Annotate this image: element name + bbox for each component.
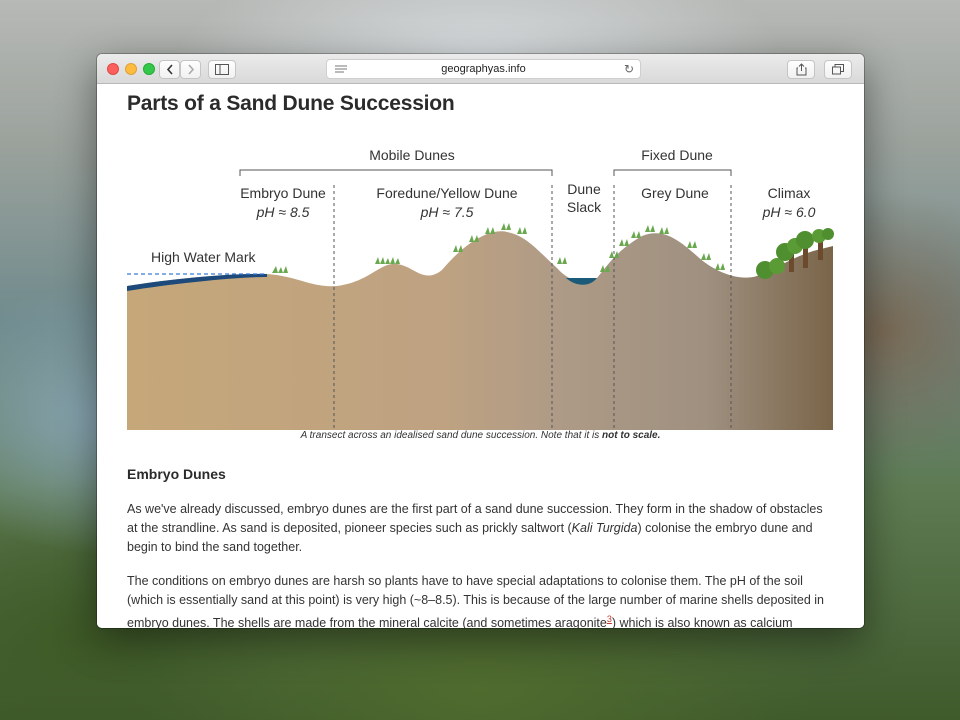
url-text: geographyas.info (441, 63, 526, 75)
page-title: Parts of a Sand Dune Succession (127, 92, 455, 115)
paragraph-2-text-b: ) which is also known as calcium (611, 616, 793, 628)
mobile-dunes-bracket (239, 169, 553, 176)
chevron-right-icon (187, 64, 194, 75)
grey-dune-label: Grey Dune (641, 185, 709, 201)
paragraph-2: The conditions on embryo dunes are harsh… (127, 572, 827, 628)
fixed-dune-label: Fixed Dune (641, 147, 713, 163)
climax-label: Climax (768, 185, 811, 201)
diagram-caption: A transect across an idealised sand dune… (97, 430, 864, 441)
share-button[interactable] (787, 60, 815, 79)
tabs-icon (832, 64, 844, 75)
embryo-dune-label: Embryo Dune (240, 185, 326, 201)
reader-view-icon[interactable] (335, 65, 347, 74)
forward-button[interactable] (180, 60, 201, 79)
sand-dune-diagram: Mobile Dunes Fixed Dune Embryo Dune pH ≈… (127, 147, 834, 430)
paragraph-1: As we've already discussed, embryo dunes… (127, 500, 827, 557)
page-content: Parts of a Sand Dune Succession Mobile D… (97, 84, 864, 628)
fixed-dune-bracket (613, 169, 732, 176)
chevron-left-icon (166, 64, 173, 75)
sidebar-icon (215, 64, 229, 75)
mobile-dunes-label: Mobile Dunes (369, 147, 455, 163)
back-button[interactable] (159, 60, 180, 79)
dune-slack-label-line1: Dune (567, 181, 601, 197)
caption-text: A transect across an idealised sand dune… (300, 430, 603, 441)
browser-toolbar: geographyas.info ↻ (97, 54, 864, 84)
foredune-label: Foredune/Yellow Dune (376, 185, 517, 201)
climax-ph-label: pH ≈ 6.0 (762, 204, 816, 220)
caption-emphasis: not to scale. (602, 430, 661, 441)
share-icon (796, 63, 806, 76)
reload-icon[interactable]: ↻ (624, 62, 634, 76)
close-window-button[interactable] (107, 63, 119, 75)
browser-window: geographyas.info ↻ Parts of a Sand Dune … (97, 54, 864, 628)
dune-slack-label-line2: Slack (567, 199, 602, 215)
foredune-ph-label: pH ≈ 7.5 (420, 204, 474, 220)
embryo-ph-label: pH ≈ 8.5 (256, 204, 310, 220)
species-name: Kali Turgida (571, 521, 638, 535)
section-heading: Embryo Dunes (127, 466, 226, 482)
zoom-window-button[interactable] (143, 63, 155, 75)
tabs-overview-button[interactable] (824, 60, 852, 79)
high-water-mark-label: High Water Mark (151, 249, 257, 265)
sidebar-button[interactable] (208, 60, 236, 79)
address-bar[interactable]: geographyas.info ↻ (326, 59, 641, 79)
minimize-window-button[interactable] (125, 63, 137, 75)
